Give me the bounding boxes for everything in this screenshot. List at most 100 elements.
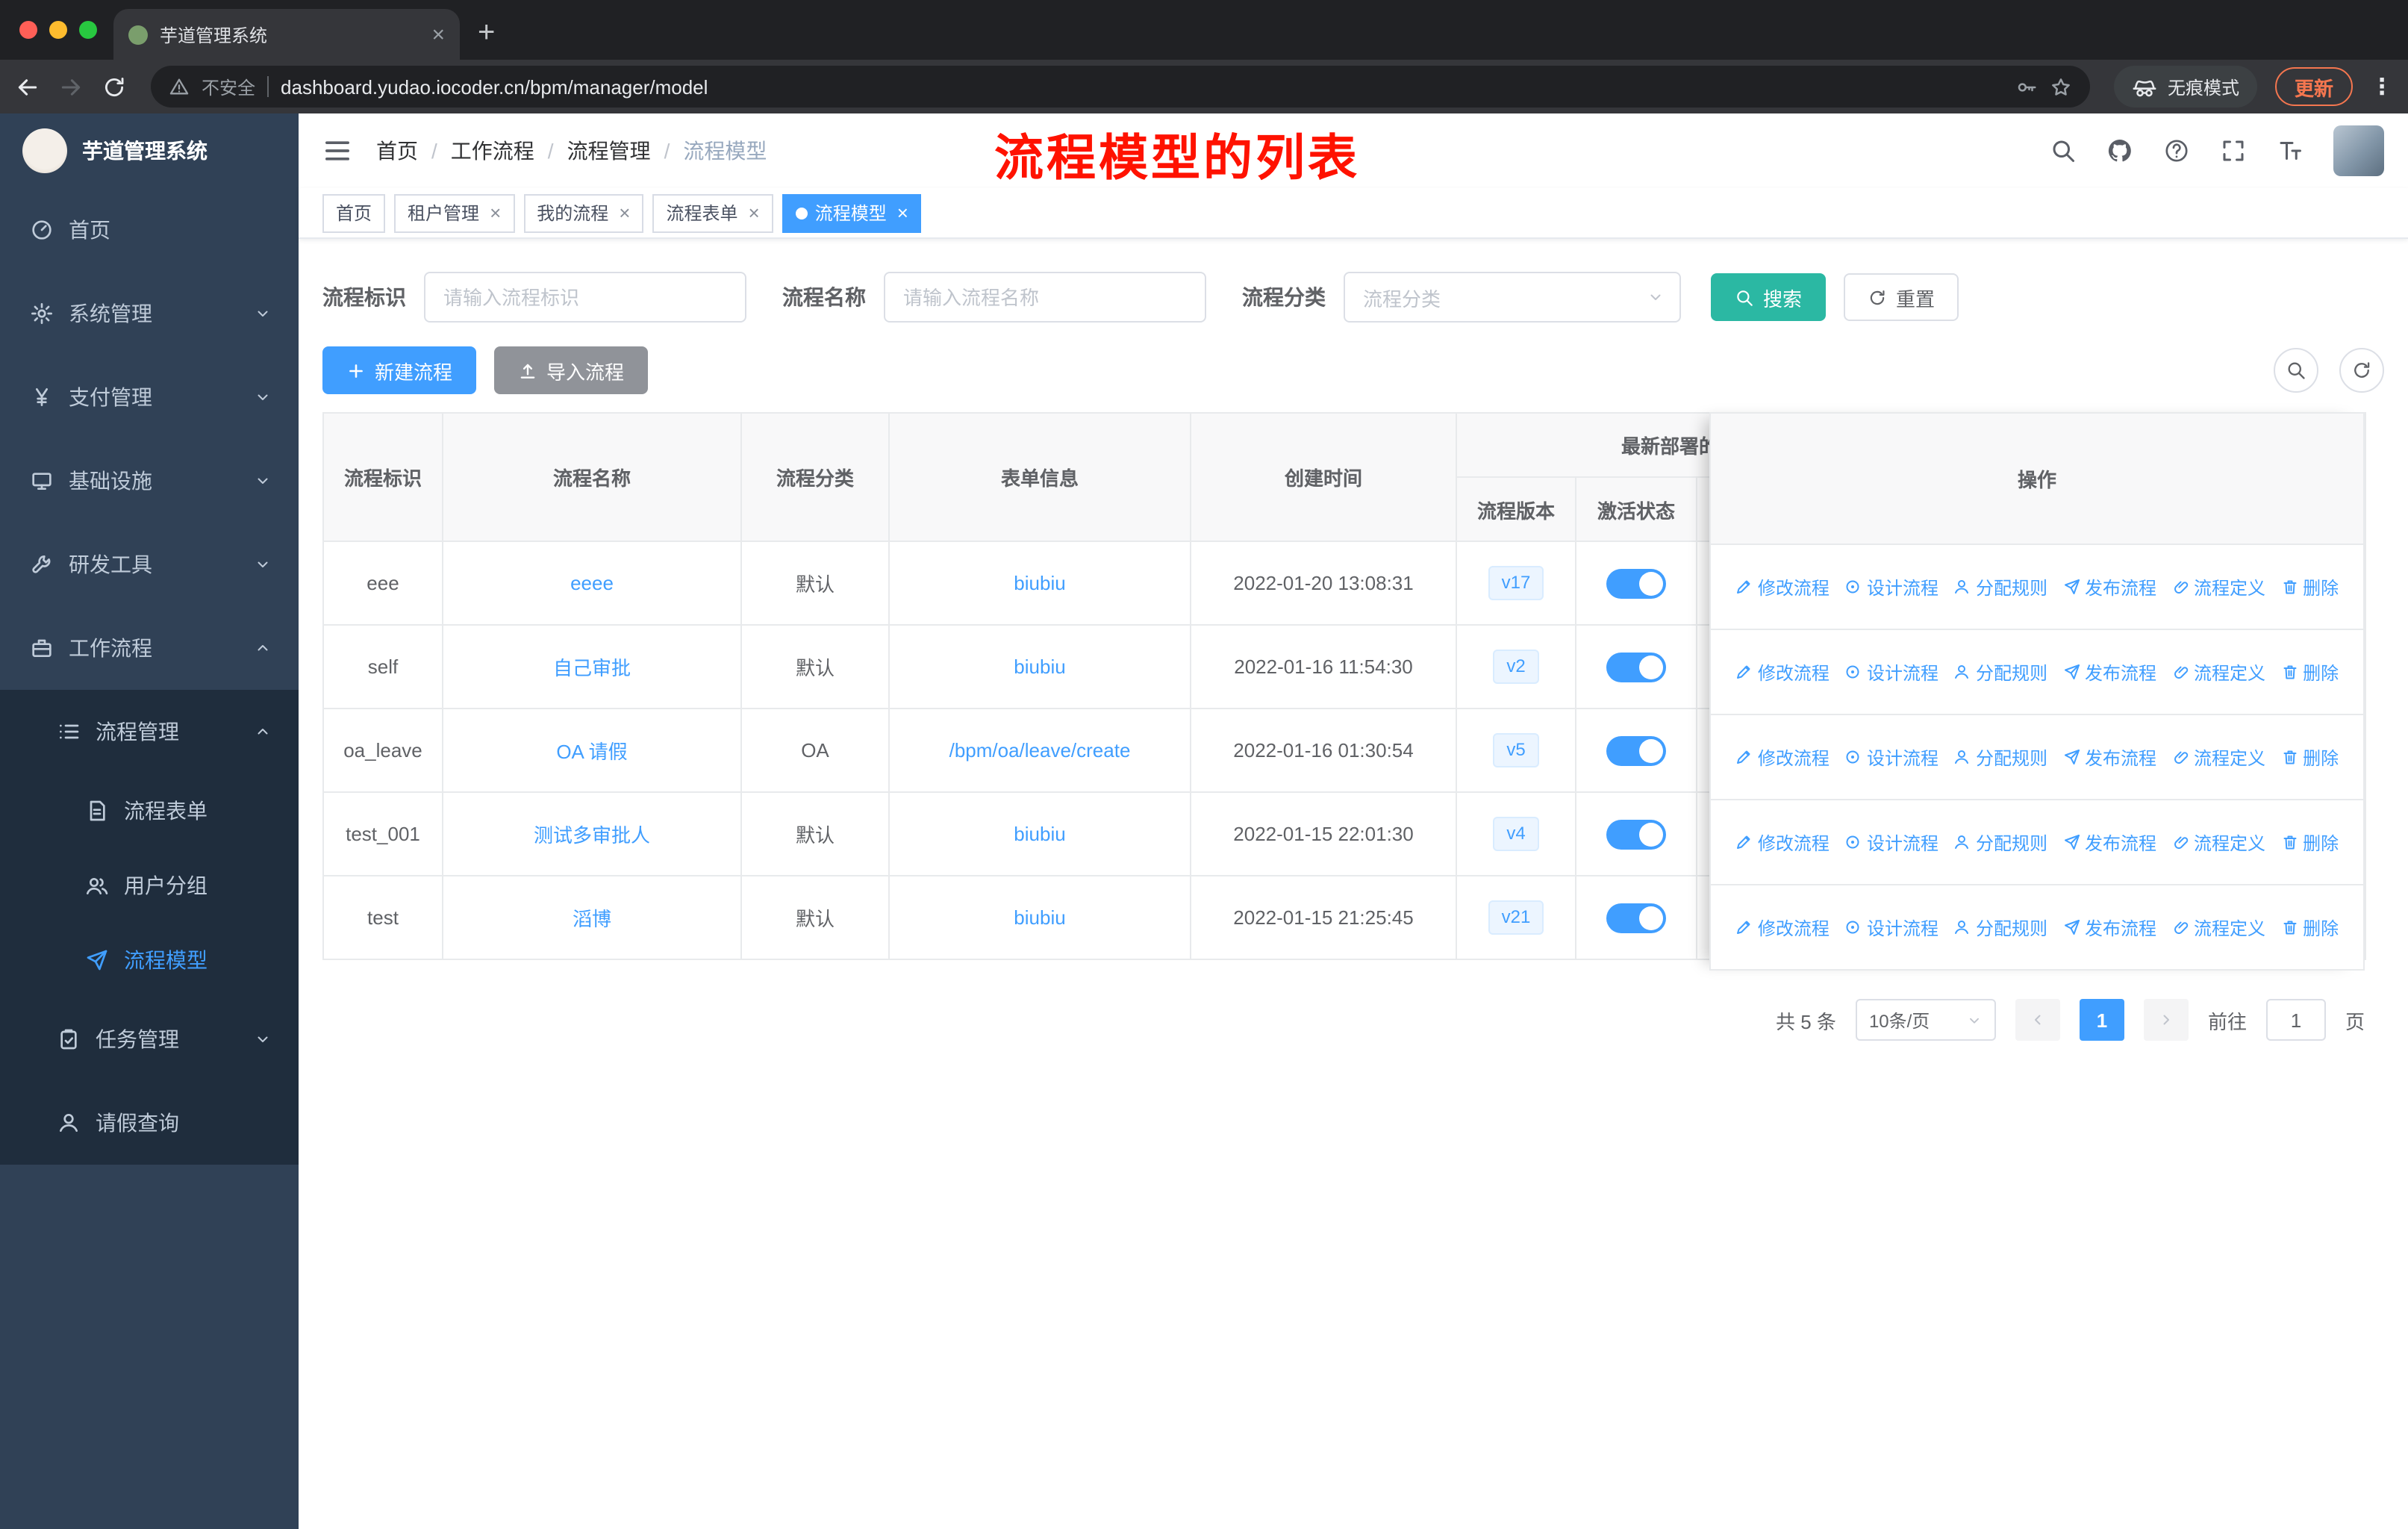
search-button[interactable]: 搜索 xyxy=(1711,273,1827,321)
action-user-link[interactable]: 分配规则 xyxy=(1953,915,2047,940)
prev-page-button[interactable] xyxy=(2015,999,2060,1041)
reset-button[interactable]: 重置 xyxy=(1844,273,1959,321)
user-avatar[interactable] xyxy=(2333,125,2384,176)
action-trash-link[interactable]: 删除 xyxy=(2280,915,2339,940)
sidebar-item-payment[interactable]: 支付管理 xyxy=(0,355,299,439)
forward-icon[interactable] xyxy=(58,74,84,99)
search-icon[interactable] xyxy=(2050,137,2077,164)
action-design-link[interactable]: 设计流程 xyxy=(1844,915,1938,940)
sidebar-item-user-group[interactable]: 用户分组 xyxy=(0,848,299,923)
tag-item[interactable]: 首页 xyxy=(322,193,386,232)
action-design-link[interactable]: 设计流程 xyxy=(1844,744,1938,770)
sidebar-item-workflow[interactable]: 工作流程 xyxy=(0,606,299,690)
current-page-button[interactable]: 1 xyxy=(2079,999,2124,1041)
action-send-link[interactable]: 发布流程 xyxy=(2062,744,2156,770)
breadcrumb-item[interactable]: 工作流程 xyxy=(451,136,534,166)
process-category-select[interactable]: 流程分类 xyxy=(1344,272,1681,323)
action-design-link[interactable]: 设计流程 xyxy=(1844,829,1938,855)
page-size-select[interactable]: 10条/页 xyxy=(1855,999,1996,1041)
password-key-icon[interactable] xyxy=(2015,75,2038,98)
process-name-input[interactable] xyxy=(884,272,1206,323)
action-edit-link[interactable]: 修改流程 xyxy=(1735,915,1830,940)
action-link-link[interactable]: 流程定义 xyxy=(2171,829,2265,855)
active-toggle[interactable] xyxy=(1606,735,1666,765)
browser-menu-icon[interactable]: ⋮ xyxy=(2371,73,2393,100)
back-icon[interactable] xyxy=(15,74,40,99)
github-icon[interactable] xyxy=(2106,137,2133,164)
active-toggle[interactable] xyxy=(1606,903,1666,932)
close-icon[interactable]: × xyxy=(490,203,501,222)
sidebar-item-leave-query[interactable]: 请假查询 xyxy=(0,1081,299,1165)
address-bar[interactable]: 不安全 dashboard.yudao.iocoder.cn/bpm/manag… xyxy=(151,66,2090,108)
help-icon[interactable] xyxy=(2163,137,2190,164)
process-name-link[interactable]: eeee xyxy=(570,572,614,594)
sidebar-item-process-form[interactable]: 流程表单 xyxy=(0,773,299,848)
toggle-search-button[interactable] xyxy=(2274,348,2318,393)
tag-item[interactable]: 流程表单 × xyxy=(652,193,773,232)
breadcrumb-item[interactable]: 流程管理 xyxy=(567,136,651,166)
sidebar-item-task-manage[interactable]: 任务管理 xyxy=(0,997,299,1081)
sidebar-item-home[interactable]: 首页 xyxy=(0,188,299,272)
active-toggle[interactable] xyxy=(1606,568,1666,598)
process-name-link[interactable]: 自己审批 xyxy=(553,657,631,679)
action-send-link[interactable]: 发布流程 xyxy=(2062,659,2156,685)
sidebar-item-process-model[interactable]: 流程模型 xyxy=(0,923,299,997)
form-link[interactable]: biubiu xyxy=(1014,655,1065,678)
action-user-link[interactable]: 分配规则 xyxy=(1953,659,2047,685)
tag-item[interactable]: 租户管理 × xyxy=(394,193,515,232)
update-button[interactable]: 更新 xyxy=(2274,67,2353,106)
next-page-button[interactable] xyxy=(2143,999,2189,1041)
tag-item[interactable]: 我的流程 × xyxy=(523,193,644,232)
action-design-link[interactable]: 设计流程 xyxy=(1844,659,1938,685)
form-link[interactable]: biubiu xyxy=(1014,823,1065,845)
action-edit-link[interactable]: 修改流程 xyxy=(1735,744,1830,770)
action-send-link[interactable]: 发布流程 xyxy=(2062,829,2156,855)
fullscreen-icon[interactable] xyxy=(2220,137,2247,164)
action-send-link[interactable]: 发布流程 xyxy=(2062,574,2156,600)
sidebar-item-system[interactable]: 系统管理 xyxy=(0,272,299,355)
process-name-link[interactable]: 滔博 xyxy=(573,908,611,930)
create-process-button[interactable]: 新建流程 xyxy=(322,346,477,394)
process-name-link[interactable]: 测试多审批人 xyxy=(534,824,650,847)
close-icon[interactable]: × xyxy=(619,203,630,222)
maximize-window-button[interactable] xyxy=(79,21,97,39)
browser-tab[interactable]: 芋道管理系统 × xyxy=(113,9,460,60)
process-key-input[interactable] xyxy=(424,272,746,323)
action-trash-link[interactable]: 删除 xyxy=(2280,744,2339,770)
breadcrumb-item[interactable]: 首页 xyxy=(376,136,418,166)
refresh-table-button[interactable] xyxy=(2339,348,2384,393)
form-link[interactable]: /bpm/oa/leave/create xyxy=(949,739,1131,762)
action-edit-link[interactable]: 修改流程 xyxy=(1735,574,1830,600)
close-window-button[interactable] xyxy=(19,21,37,39)
tag-item[interactable]: 流程模型 × xyxy=(782,193,922,232)
sidebar-item-dev-tools[interactable]: 研发工具 xyxy=(0,523,299,606)
form-link[interactable]: biubiu xyxy=(1014,906,1065,929)
import-process-button[interactable]: 导入流程 xyxy=(494,346,649,394)
tab-close-icon[interactable]: × xyxy=(431,22,445,47)
action-user-link[interactable]: 分配规则 xyxy=(1953,574,2047,600)
close-icon[interactable]: × xyxy=(749,203,760,222)
action-trash-link[interactable]: 删除 xyxy=(2280,829,2339,855)
action-user-link[interactable]: 分配规则 xyxy=(1953,744,2047,770)
action-trash-link[interactable]: 删除 xyxy=(2280,574,2339,600)
action-link-link[interactable]: 流程定义 xyxy=(2171,744,2265,770)
reload-icon[interactable] xyxy=(102,74,127,99)
bookmark-star-icon[interactable] xyxy=(2050,75,2072,98)
action-send-link[interactable]: 发布流程 xyxy=(2062,915,2156,940)
action-trash-link[interactable]: 删除 xyxy=(2280,659,2339,685)
action-edit-link[interactable]: 修改流程 xyxy=(1735,659,1830,685)
action-link-link[interactable]: 流程定义 xyxy=(2171,574,2265,600)
hamburger-icon[interactable] xyxy=(322,136,352,166)
form-link[interactable]: biubiu xyxy=(1014,572,1065,594)
sidebar-item-process-manage[interactable]: 流程管理 xyxy=(0,690,299,773)
action-link-link[interactable]: 流程定义 xyxy=(2171,659,2265,685)
goto-page-input[interactable] xyxy=(2265,999,2326,1041)
close-icon[interactable]: × xyxy=(897,203,908,222)
action-user-link[interactable]: 分配规则 xyxy=(1953,829,2047,855)
action-link-link[interactable]: 流程定义 xyxy=(2171,915,2265,940)
process-name-link[interactable]: OA 请假 xyxy=(556,741,627,763)
font-size-icon[interactable] xyxy=(2277,137,2303,164)
minimize-window-button[interactable] xyxy=(49,21,67,39)
new-tab-button[interactable]: + xyxy=(478,16,495,51)
active-toggle[interactable] xyxy=(1606,652,1666,682)
